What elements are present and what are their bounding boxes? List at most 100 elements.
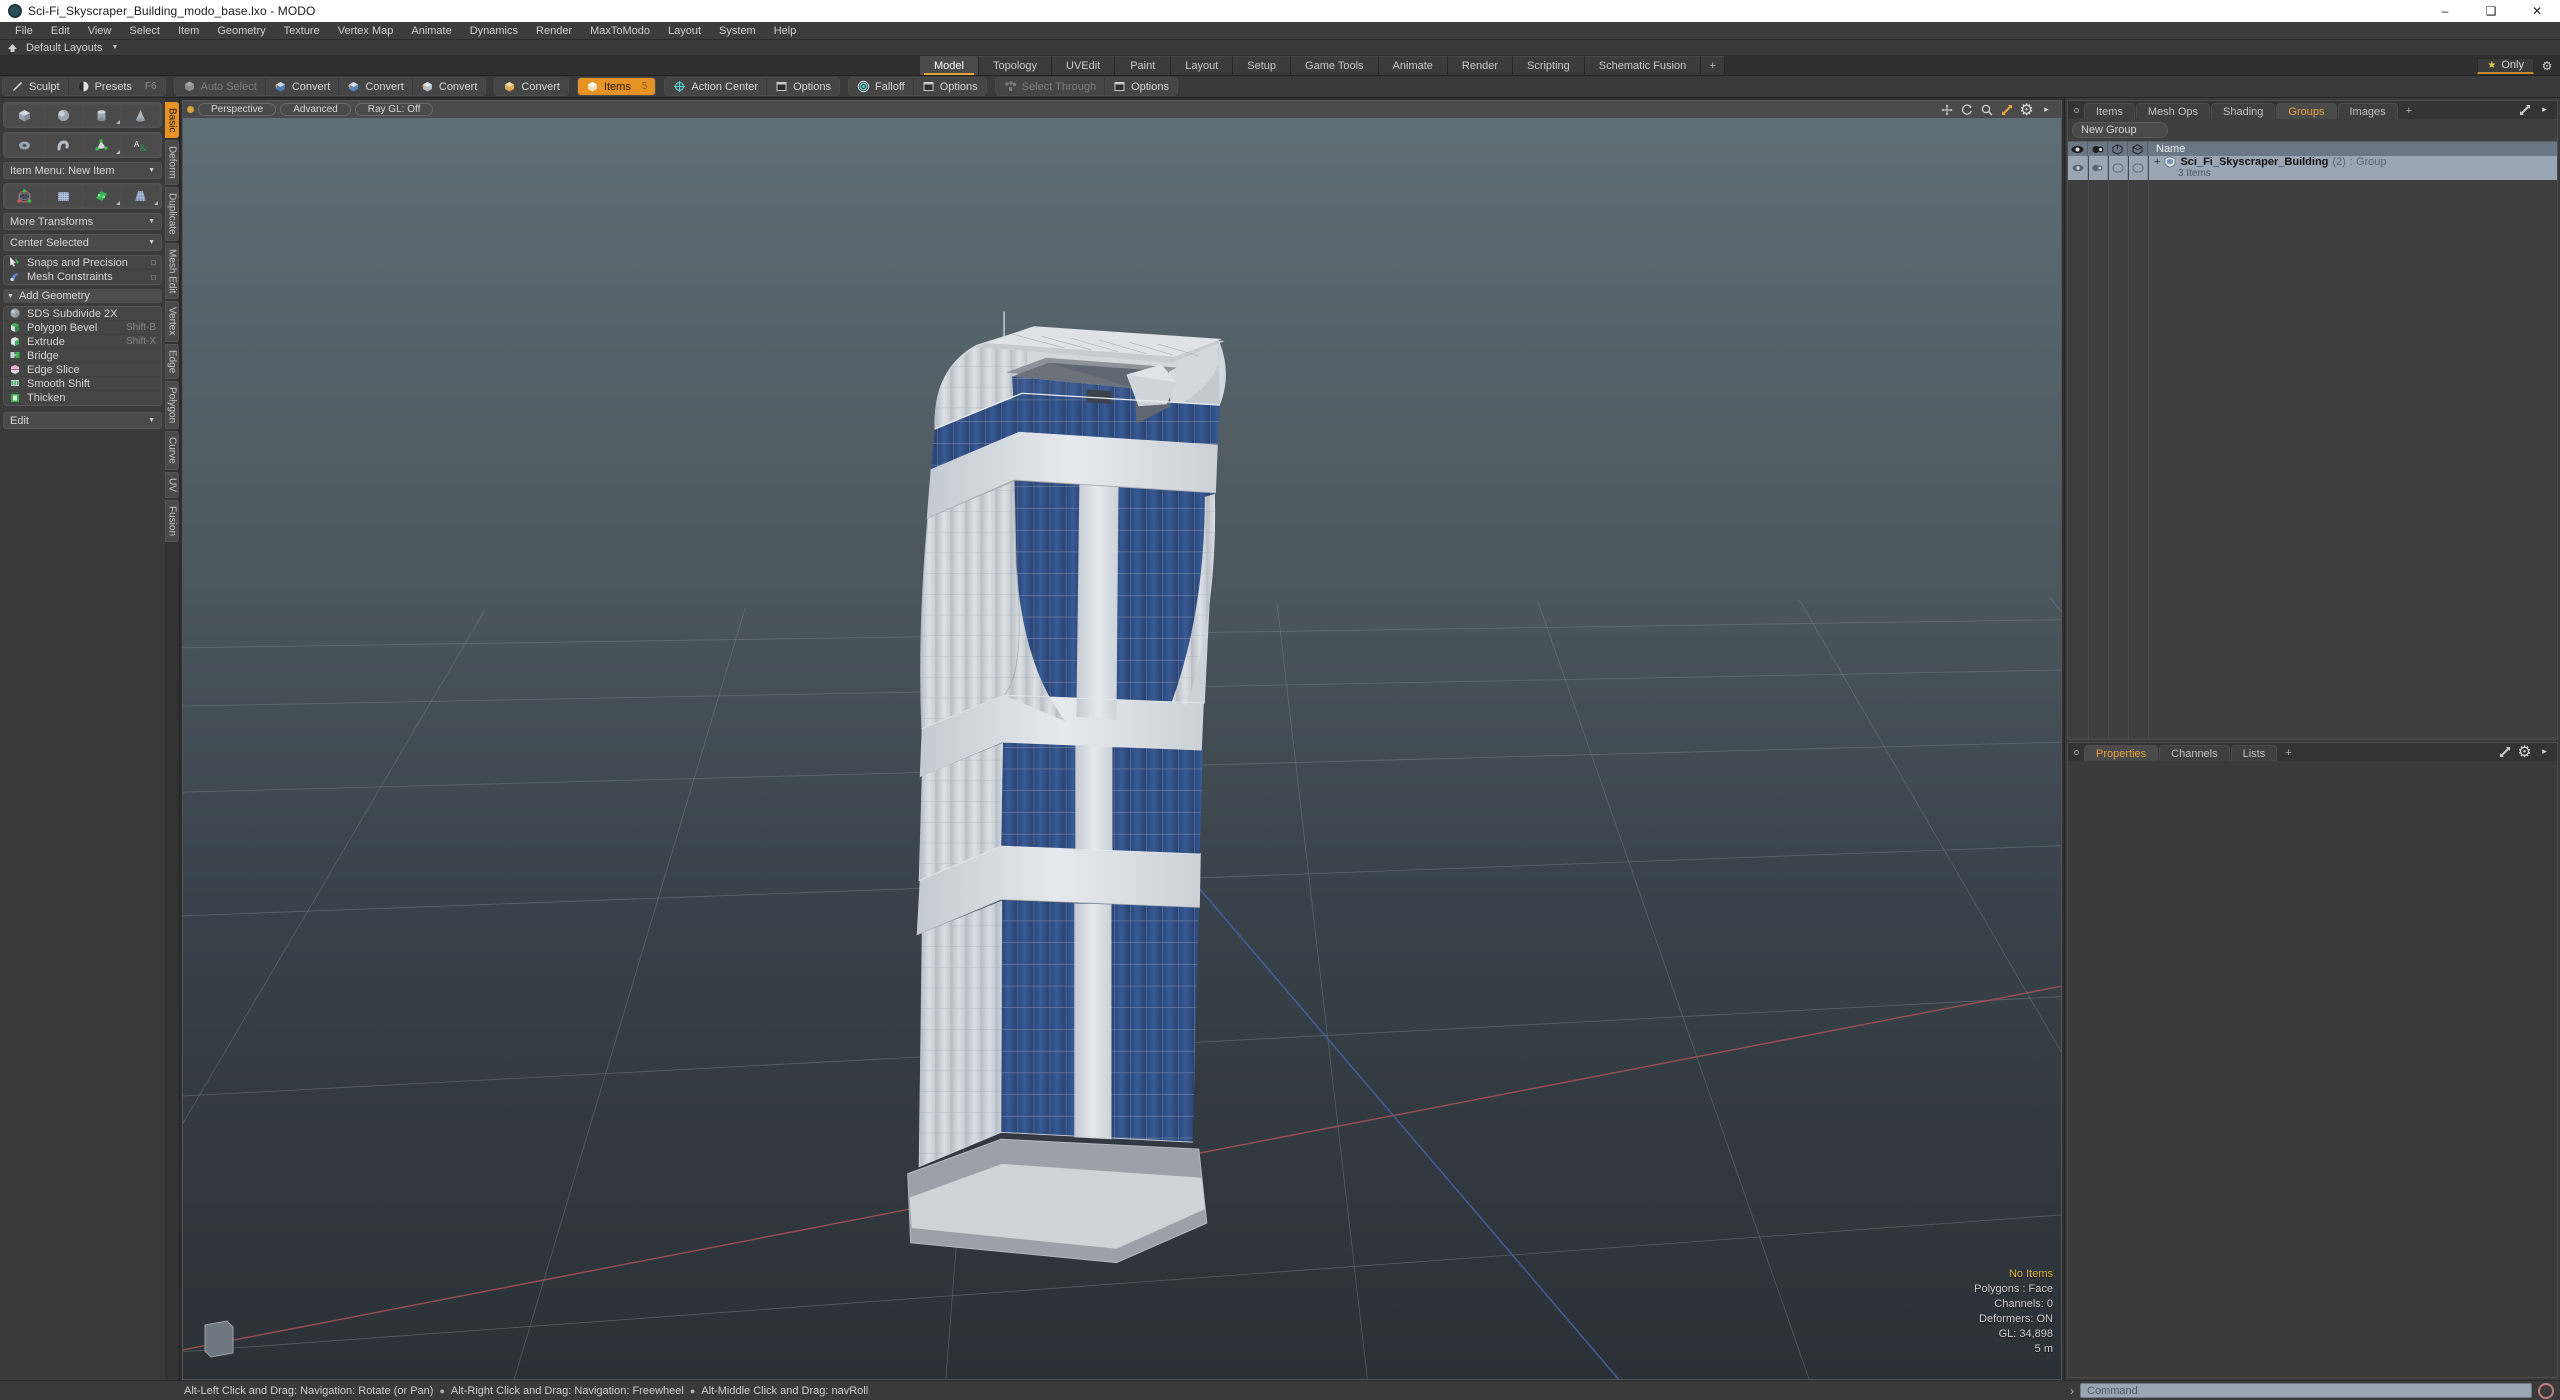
menu-render[interactable]: Render: [527, 22, 581, 40]
eye-icon[interactable]: [2068, 141, 2088, 157]
convert-button-4[interactable]: Convert: [495, 78, 568, 95]
cylinder-primitive[interactable]: [83, 105, 121, 125]
menu-edit[interactable]: Edit: [42, 22, 79, 40]
zoom-icon[interactable]: [1980, 103, 1993, 116]
falloff-options-button[interactable]: Options: [913, 78, 986, 95]
action-center-options-button[interactable]: Options: [767, 78, 839, 95]
viewport-dot-icon[interactable]: [187, 106, 194, 113]
vtab-duplicate[interactable]: Duplicate: [165, 187, 179, 241]
convert-button-2[interactable]: Convert: [339, 78, 413, 95]
cube-outline-icon[interactable]: [2128, 141, 2148, 157]
presets-button[interactable]: Presets F6: [68, 78, 165, 95]
shade-sphere-icon[interactable]: [2088, 141, 2108, 157]
menu-file[interactable]: File: [6, 22, 42, 40]
options-marker[interactable]: [151, 274, 156, 280]
options-corner-icon[interactable]: [115, 150, 120, 154]
tab-uvedit[interactable]: UVEdit: [1052, 56, 1116, 75]
command-input[interactable]: Command: [2080, 1383, 2532, 1398]
row-shading-toggle[interactable]: [2088, 156, 2108, 180]
menu-system[interactable]: System: [710, 22, 765, 40]
select-through-button[interactable]: Select Through: [995, 78, 1106, 95]
menu-help[interactable]: Help: [765, 22, 806, 40]
rotate-icon[interactable]: [1960, 103, 1973, 116]
tab-images[interactable]: Images: [2337, 103, 2398, 119]
row-render-checkbox[interactable]: [2108, 156, 2128, 180]
sphere-primitive[interactable]: [44, 105, 82, 125]
more-arrow-icon[interactable]: ▸: [2040, 103, 2053, 116]
text-primitive[interactable]: A &: [121, 135, 159, 155]
tab-lists[interactable]: Lists: [2230, 745, 2278, 761]
cube-primitive[interactable]: [6, 105, 44, 125]
move-icon[interactable]: [1940, 103, 1953, 116]
vtab-deform[interactable]: Deform: [165, 140, 179, 186]
row-visibility-toggle[interactable]: [2068, 156, 2088, 180]
fit-icon[interactable]: [2000, 103, 2013, 116]
menu-animate[interactable]: Animate: [402, 22, 460, 40]
menu-select[interactable]: Select: [120, 22, 169, 40]
cube-outline-icon[interactable]: [2108, 141, 2128, 157]
item-menu-dropdown[interactable]: Item Menu: New Item ▼: [3, 162, 162, 179]
menu-dynamics[interactable]: Dynamics: [461, 22, 527, 40]
options-corner-icon[interactable]: [115, 201, 120, 205]
record-icon[interactable]: [2538, 1382, 2554, 1399]
menu-maxtomodo[interactable]: MaxToModo: [581, 22, 659, 40]
table-row[interactable]: + Sci_Fi_Skyscraper_Building (2) : Group…: [2068, 156, 2557, 180]
home-icon[interactable]: [4, 41, 20, 55]
smooth-shift-row[interactable]: Smooth Shift: [4, 377, 161, 391]
chevron-down-icon[interactable]: ▼: [111, 44, 118, 51]
panel-menu-dot-icon[interactable]: [2074, 108, 2079, 113]
only-toggle-button[interactable]: ★ Only: [2477, 57, 2534, 74]
groups-tree-body[interactable]: + Sci_Fi_Skyscraper_Building (2) : Group…: [2068, 156, 2557, 739]
properties-panel-body[interactable]: [2068, 761, 2557, 1377]
auto-select-button[interactable]: Auto Select: [174, 78, 266, 95]
vtab-vertex[interactable]: Vertex: [165, 301, 179, 342]
expander-icon[interactable]: +: [2154, 156, 2160, 168]
tab-layout[interactable]: Layout: [1171, 56, 1234, 75]
tab-game-tools[interactable]: Game Tools: [1291, 56, 1379, 75]
items-mode-button[interactable]: Items 5: [577, 78, 656, 95]
tab-properties[interactable]: Properties: [2084, 745, 2159, 761]
tab-scripting[interactable]: Scripting: [1512, 56, 1585, 75]
mesh-constraints-row[interactable]: Mesh Constraints: [4, 270, 161, 284]
more-arrow-icon[interactable]: ▸: [2538, 103, 2551, 116]
more-arrow-icon[interactable]: ▸: [2538, 745, 2551, 758]
minimize-button[interactable]: –: [2422, 0, 2468, 22]
viewport-shading-selector[interactable]: Advanced: [280, 103, 351, 116]
new-group-button[interactable]: New Group: [2072, 122, 2168, 138]
sds-subdivide-row[interactable]: SDS Subdivide 2X: [4, 307, 161, 321]
tube-primitive[interactable]: [44, 135, 82, 155]
extrude-row[interactable]: Extrude Shift-X: [4, 335, 161, 349]
twist-tool[interactable]: [83, 186, 121, 206]
options-marker[interactable]: [151, 260, 156, 265]
convert-button-1[interactable]: Convert: [265, 78, 340, 95]
close-button[interactable]: ✕: [2514, 0, 2560, 22]
add-panel-tab-button[interactable]: +: [2399, 103, 2419, 119]
vtab-edge[interactable]: Edge: [165, 343, 179, 380]
expand-icon[interactable]: [2498, 745, 2511, 758]
tab-shading[interactable]: Shading: [2211, 103, 2276, 119]
viewport-raygl-selector[interactable]: Ray GL: Off: [354, 103, 434, 116]
tab-setup[interactable]: Setup: [1233, 56, 1292, 75]
edit-dropdown[interactable]: Edit ▼: [3, 412, 162, 429]
add-tab-button[interactable]: +: [1701, 56, 1726, 75]
gear-icon[interactable]: ⚙: [2517, 744, 2531, 761]
bend-tool[interactable]: [44, 186, 82, 206]
taper-tool[interactable]: [121, 186, 159, 206]
gear-icon[interactable]: ⚙: [2019, 102, 2033, 119]
convert-button-3[interactable]: Convert: [412, 78, 486, 95]
tab-animate[interactable]: Animate: [1378, 56, 1448, 75]
cone-primitive[interactable]: [121, 105, 159, 125]
vtab-basic[interactable]: Basic: [165, 102, 179, 139]
falloff-button[interactable]: Falloff: [848, 78, 914, 95]
action-center-button[interactable]: Action Center: [665, 78, 768, 95]
tab-schematic-fusion[interactable]: Schematic Fusion: [1584, 56, 1702, 75]
viewport-perspective-selector[interactable]: Perspective: [198, 103, 277, 116]
tab-channels[interactable]: Channels: [2159, 745, 2230, 761]
tab-items[interactable]: Items: [2084, 103, 2135, 119]
tab-groups[interactable]: Groups: [2276, 103, 2337, 119]
snaps-and-precision-row[interactable]: Snaps and Precision: [4, 256, 161, 270]
tab-model[interactable]: Model: [920, 56, 979, 75]
tab-mesh-ops[interactable]: Mesh Ops: [2135, 103, 2211, 119]
add-properties-tab-button[interactable]: +: [2278, 745, 2298, 761]
edge-slice-row[interactable]: Edge Slice: [4, 363, 161, 377]
